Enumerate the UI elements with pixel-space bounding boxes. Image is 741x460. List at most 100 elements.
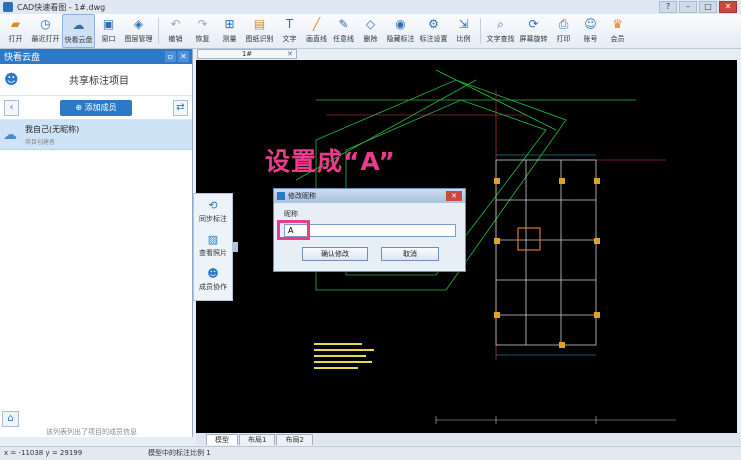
cancel-button[interactable]: 取消 [381, 247, 439, 261]
layers-button[interactable]: ◈ 图层管理 [122, 14, 155, 48]
printer-icon: ⎙ [558, 17, 569, 31]
rotate-screen-icon: ⟳ [528, 17, 539, 31]
window-icon: ▣ [102, 17, 115, 31]
highlight-room [517, 227, 541, 251]
dialog-close-button[interactable]: ✕ [446, 191, 462, 201]
member-role: 项目创建者 [25, 138, 56, 146]
refresh-button[interactable]: ⇄ [173, 99, 188, 116]
back-button[interactable]: ‹ [4, 99, 19, 116]
layout-tabs: 模型 布局1 布局2 [196, 433, 741, 445]
dialog-app-icon [277, 192, 285, 200]
hide-annotation-button[interactable]: ◉ 隐藏标注 [384, 14, 417, 48]
team-icon: ☻ [4, 71, 19, 88]
side-tool-strip: ⟲ 同步标注 ▨ 查看照片 ☻ 成员协作 [193, 193, 238, 301]
app-logo-icon [3, 2, 13, 12]
cloud-icon: ☁ [72, 18, 85, 32]
column-mark [559, 342, 565, 348]
panel-float-button[interactable]: ▫ [165, 51, 176, 62]
panel-header: 快看云盘 ▫ ✕ [0, 49, 192, 64]
annotation-scale: 模型中的标注比例 1 [148, 449, 211, 457]
sync-icon: ⟲ [208, 198, 218, 212]
account-button[interactable]: ☺ 账号 [577, 14, 604, 48]
note-text-line [314, 343, 362, 345]
layers-icon: ◈ [133, 17, 144, 31]
tab-model[interactable]: 模型 [206, 434, 238, 445]
column-mark [559, 178, 565, 184]
freehand-button[interactable]: ✎ 任意线 [330, 14, 357, 48]
scale-button[interactable]: ⇲ 比例 [450, 14, 477, 48]
column-mark [594, 238, 600, 244]
delete-button[interactable]: ◇ 删除 [357, 14, 384, 48]
column-mark [494, 178, 500, 184]
avatar-icon: ☁ [3, 126, 17, 143]
window-title: CAD快速看图 - 1#.dwg [17, 2, 106, 12]
vip-button[interactable]: ♛ 会员 [604, 14, 631, 48]
recognize-button[interactable]: ▤ 图纸识别 [243, 14, 276, 48]
sync-annotation-button[interactable]: ⟲ 同步标注 [194, 194, 232, 228]
share-project-header: ☻ 共享标注项目 [0, 64, 192, 96]
ruler-icon: ⊞ [224, 17, 235, 31]
share-project-title: 共享标注项目 [69, 76, 129, 87]
window-button[interactable]: ▣ 窗口 [95, 14, 122, 48]
rotate-screen-button[interactable]: ⟳ 屏幕旋转 [517, 14, 550, 48]
open-button[interactable]: ▰ 打开 [2, 14, 29, 48]
confirm-button[interactable]: 确认修改 [302, 247, 368, 261]
collapse-arrow-icon[interactable] [233, 242, 238, 252]
line-button[interactable]: ╱ 画直线 [303, 14, 330, 48]
panel-actions: ‹ ⊕ 添加成员 ⇄ [0, 96, 192, 120]
add-member-button[interactable]: ⊕ 添加成员 [60, 99, 132, 116]
cloud-panel: 快看云盘 ▫ ✕ ☻ 共享标注项目 ‹ ⊕ 添加成员 ⇄ ☁ 我自己(无昵称) … [0, 49, 193, 437]
text-button[interactable]: T 文字 [276, 14, 303, 48]
maximize-button[interactable]: □ [699, 1, 717, 13]
minimize-button[interactable]: – [679, 1, 697, 13]
find-text-button[interactable]: ⌕ 文字查找 [484, 14, 517, 48]
scale-icon: ⇲ [458, 17, 469, 31]
vip-icon: ♛ [612, 17, 623, 31]
column-mark [594, 312, 600, 318]
panel-footer: ⌂ 该列表列出了项目的成员信息 [0, 409, 192, 437]
title-bar: CAD快速看图 - 1#.dwg ? – □ ✕ [0, 0, 741, 14]
dialog-title: 修改昵称 [288, 192, 316, 200]
redo-icon: ↷ [197, 17, 208, 31]
member-collab-button[interactable]: ☻ 成员协作 [194, 262, 232, 296]
member-item[interactable]: ☁ 我自己(无昵称) 项目创建者 [0, 120, 192, 150]
panel-title: 快看云盘 [4, 53, 41, 63]
toolbar-divider [158, 18, 159, 44]
view-photos-button[interactable]: ▨ 查看照片 [194, 228, 232, 262]
clock-icon: ◷ [40, 17, 51, 31]
footer-note: 该列表列出了项目的成员信息 [46, 428, 137, 436]
nickname-label: 昵称 [284, 210, 298, 218]
line-icon: ╱ [312, 17, 321, 31]
undo-button[interactable]: ↶ 撤销 [162, 14, 189, 48]
text-icon: T [285, 17, 294, 31]
toolbar-divider [480, 18, 481, 44]
gear-icon: ⚙ [428, 17, 439, 31]
team-icon: ☻ [207, 266, 219, 280]
cursor-coordinates: x = -11038 y = 29199 [4, 449, 83, 457]
annotation-settings-button[interactable]: ⚙ 标注设置 [417, 14, 450, 48]
folder-icon: ▰ [10, 17, 21, 31]
redo-button[interactable]: ↷ 恢复 [189, 14, 216, 48]
tab-layout1[interactable]: 布局1 [239, 434, 276, 445]
print-button[interactable]: ⎙ 打印 [550, 14, 577, 48]
help-button[interactable]: ? [659, 1, 677, 13]
recent-button[interactable]: ◷ 最近打开 [29, 14, 62, 48]
column-mark [594, 178, 600, 184]
note-text-line [314, 367, 358, 369]
eye-icon: ◉ [395, 17, 406, 31]
status-bar: x = -11038 y = 29199 模型中的标注比例 1 [0, 446, 741, 460]
building-plan [495, 159, 597, 346]
cloud-button[interactable]: ☁ 快看云盘 [62, 14, 95, 48]
scan-icon: ▤ [253, 17, 266, 31]
close-button[interactable]: ✕ [719, 1, 737, 13]
measure-button[interactable]: ⊞ 测量 [216, 14, 243, 48]
panel-close-button[interactable]: ✕ [178, 51, 189, 62]
close-tab-icon[interactable]: ✕ [287, 50, 293, 58]
member-name: 我自己(无昵称) [25, 124, 80, 134]
document-tab[interactable]: 1# ✕ [197, 49, 297, 59]
undo-icon: ↶ [170, 17, 181, 31]
dialog-titlebar: 修改昵称 [274, 189, 465, 203]
tab-layout2[interactable]: 布局2 [276, 434, 313, 445]
home-button[interactable]: ⌂ [2, 411, 19, 427]
input-highlight-box [277, 220, 310, 240]
